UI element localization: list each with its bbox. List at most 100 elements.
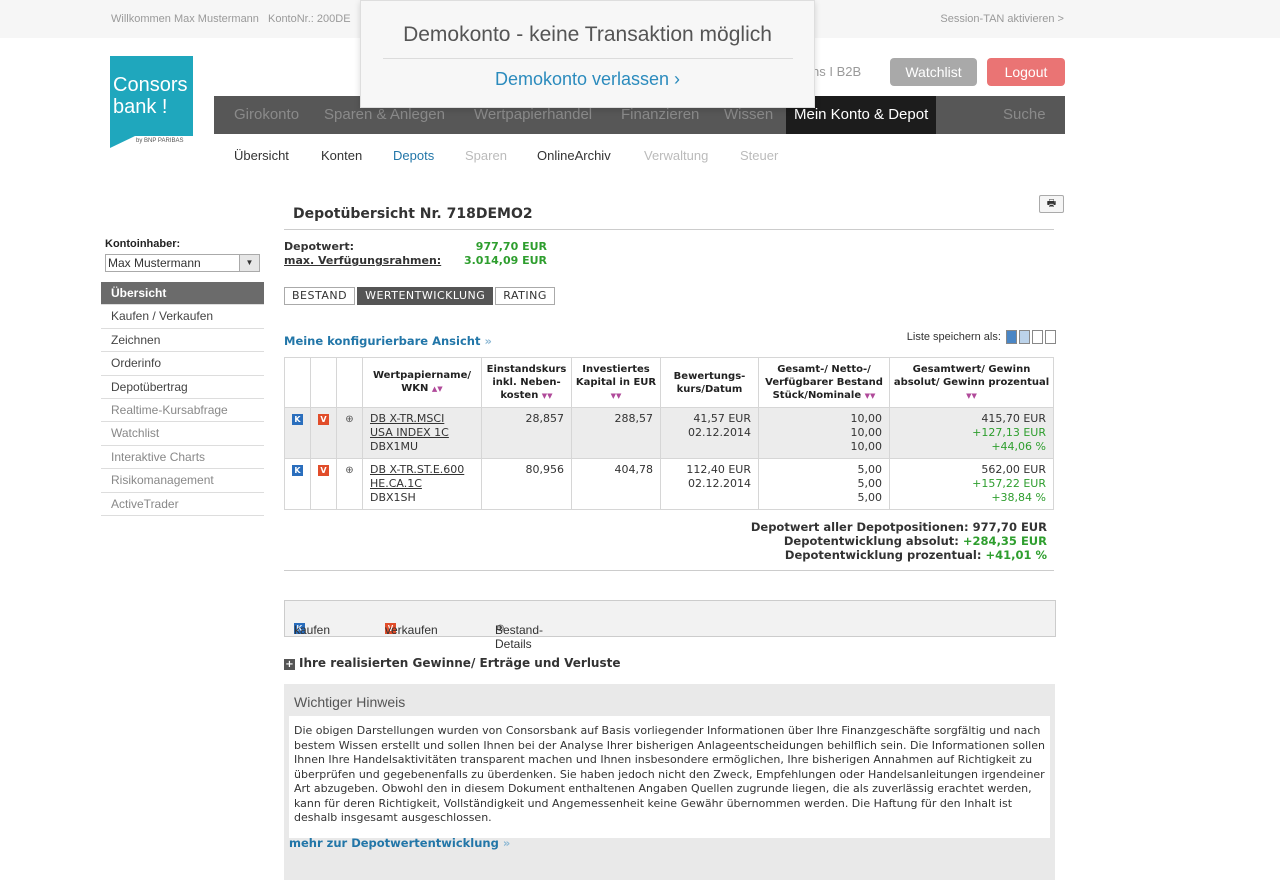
chevron-double-icon: »: [502, 836, 511, 850]
col-wertpapier[interactable]: Wertpapiername/ WKN ▲▼: [362, 357, 482, 408]
configurable-view-link[interactable]: Meine konfigurierbare Ansicht »: [284, 334, 492, 348]
owner-label: Kontoinhaber:: [105, 238, 181, 250]
security-name-link[interactable]: DB X-TR.ST.E.600: [370, 463, 474, 477]
important-notice: Wichtiger Hinweis Die obigen Darstellung…: [284, 684, 1055, 880]
cell-sell: V: [310, 458, 337, 510]
tab-wertentwicklung[interactable]: WERTENTWICKLUNG: [357, 287, 494, 305]
security-name-link[interactable]: DB X-TR.MSCI: [370, 412, 474, 426]
consorsbank-logo[interactable]: Consors bank ! by BNP PARIBAS: [110, 56, 193, 148]
logo-line1: Consors: [113, 74, 188, 96]
sidebar: Kontoinhaber: Max Mustermann ▼ Übersicht…: [101, 238, 264, 516]
sort-icon[interactable]: ▼▼: [611, 392, 622, 400]
cell-name: DB X-TR.ST.E.600 HE.CA.1C DBX1SH: [362, 458, 482, 510]
sidebar-item-watchlist[interactable]: Watchlist: [101, 422, 264, 446]
cell-buy: K: [284, 458, 311, 510]
bestand-netto: 10,00: [850, 426, 883, 439]
sort-icon[interactable]: ▼▼: [542, 392, 553, 400]
totals-divider: [284, 570, 1054, 571]
kaufen-icon[interactable]: K: [292, 465, 303, 476]
cell-bestand: 10,00 10,00 10,00: [758, 407, 890, 459]
gewinn-prozent: +44,06 %: [991, 440, 1046, 453]
dropdown-arrow-icon: ▼: [239, 255, 259, 271]
txt-export-icon[interactable]: [1045, 330, 1056, 344]
owner-select[interactable]: Max Mustermann ▼: [105, 254, 260, 272]
view-tabs: BESTAND WERTENTWICKLUNG RATING: [284, 287, 557, 305]
depotwert-label: Depotwert:: [284, 240, 354, 253]
cell-einstand: 80,956: [481, 458, 572, 510]
legend-verkaufen-label: verkaufen: [385, 623, 438, 637]
magnifier-icon[interactable]: ⊕: [344, 465, 355, 476]
kaufen-icon[interactable]: K: [292, 414, 303, 425]
sidebar-item-zeichnen[interactable]: Zeichnen: [101, 329, 264, 353]
table-header-row: Wertpapiername/ WKN ▲▼ Einstandskurs ink…: [284, 357, 1054, 408]
magnifier-icon[interactable]: ⊕: [344, 414, 355, 425]
pdf-export-icon[interactable]: [1019, 330, 1030, 344]
print-icon[interactable]: 🖶: [1039, 195, 1064, 213]
sidebar-item-realtime-kursabfrage[interactable]: Realtime-Kursabfrage: [101, 399, 264, 423]
header-links[interactable]: ns I B2B: [812, 64, 861, 79]
leave-demo-link[interactable]: Demokonto verlassen ›: [361, 69, 814, 90]
total-depotwert-label: Depotwert aller Depotpositionen:: [750, 520, 969, 534]
subnav-konten[interactable]: Konten: [321, 148, 362, 163]
wkn: DBX1MU: [370, 440, 419, 453]
more-depotwertentwicklung-link[interactable]: mehr zur Depotwertentwicklung »: [289, 836, 510, 850]
realised-gains-toggle[interactable]: + Ihre realisierten Gewinne/ Erträge und …: [284, 656, 621, 670]
config-link-label: Meine konfigurierbare Ansicht: [284, 334, 481, 348]
sidebar-item-risikomanagement[interactable]: Risikomanagement: [101, 469, 264, 493]
logout-button[interactable]: Logout: [987, 58, 1065, 86]
cell-buy: K: [284, 407, 311, 459]
bestand-verfuegbar: 5,00: [857, 491, 883, 504]
verkaufen-icon[interactable]: V: [318, 414, 329, 425]
subnav-depots[interactable]: Depots: [393, 148, 434, 163]
gesamtwert: 415,70 EUR: [981, 412, 1046, 425]
bestand-verfuegbar: 10,00: [850, 440, 883, 453]
total-prozent-value: +41,01 %: [985, 548, 1047, 562]
sort-icon[interactable]: ▼▼: [966, 392, 977, 400]
sidebar-item-orderinfo[interactable]: Orderinfo: [101, 352, 264, 376]
sidebar-item-kaufen-verkaufen[interactable]: Kaufen / Verkaufen: [101, 305, 264, 329]
excel-export-icon[interactable]: [1006, 330, 1017, 344]
sidebar-item-interaktive-charts[interactable]: Interaktive Charts: [101, 446, 264, 470]
icon-legend: K kaufen V verkaufen ⊕ Bestand-Details: [284, 600, 1056, 651]
depot-totals: Depotwert aller Depotpositionen: 977,70 …: [284, 520, 1047, 562]
sidebar-item-uebersicht[interactable]: Übersicht: [101, 282, 264, 306]
kurs: 41,57 EUR: [693, 412, 751, 425]
security-name-link-2[interactable]: HE.CA.1C: [370, 477, 474, 491]
subnav-sparen[interactable]: Sparen: [465, 148, 507, 163]
subnav-uebersicht[interactable]: Übersicht: [234, 148, 289, 163]
sidebar-item-depotuebertrag[interactable]: Depotübertrag: [101, 376, 264, 399]
nav-girokonto[interactable]: Girokonto: [234, 96, 299, 134]
verfuegungsrahmen-value: 3.014,09 EUR: [463, 254, 547, 267]
wkn: DBX1SH: [370, 491, 416, 504]
gesamtwert: 562,00 EUR: [981, 463, 1046, 476]
owner-value: Max Mustermann: [108, 256, 201, 270]
col-kapital[interactable]: Investiertes Kapital in EUR ▼▼: [571, 357, 661, 408]
subnav-verwaltung[interactable]: Verwaltung: [644, 148, 708, 163]
subnav-steuer[interactable]: Steuer: [740, 148, 778, 163]
demo-message: Demokonto - keine Transaktion möglich: [403, 23, 772, 46]
tab-rating[interactable]: RATING: [495, 287, 555, 305]
sort-icon[interactable]: ▲▼: [432, 385, 443, 393]
nav-suche[interactable]: Suche: [1003, 96, 1046, 134]
sidebar-item-activetrader[interactable]: ActiveTrader: [101, 493, 264, 516]
session-tan-link[interactable]: Session-TAN aktivieren >: [940, 13, 1064, 25]
realised-gains-label: Ihre realisierten Gewinne/ Erträge und V…: [299, 656, 621, 670]
tab-bestand[interactable]: BESTAND: [284, 287, 356, 305]
cell-kapital: 288,57: [571, 407, 661, 459]
verfuegungsrahmen-link[interactable]: max. Verfügungsrahmen:: [284, 254, 441, 267]
col-gesamtwert[interactable]: Gesamtwert/ Gewinn absolut/ Gewinn proze…: [889, 357, 1054, 408]
subnav-onlinearchiv[interactable]: OnlineArchiv: [537, 148, 611, 163]
sort-icon[interactable]: ▼▼: [865, 392, 876, 400]
cell-gesamtwert: 415,70 EUR +127,13 EUR +44,06 %: [889, 407, 1054, 459]
csv-export-icon[interactable]: [1032, 330, 1043, 344]
export-list: Liste speichern als:: [907, 330, 1056, 344]
col-bestand[interactable]: Gesamt-/ Netto-/ Verfügbarer Bestand Stü…: [758, 357, 890, 408]
cell-kapital: 404,78: [571, 458, 661, 510]
header-label: Gesamtwert/ Gewinn absolut/ Gewinn proze…: [893, 363, 1050, 388]
header-label: Bewertungs- kurs/Datum: [673, 370, 746, 395]
verkaufen-icon[interactable]: V: [318, 465, 329, 476]
col-einstandskurs[interactable]: Einstandskurs inkl. Neben- kosten ▼▼: [481, 357, 572, 408]
total-depotwert-value: 977,70 EUR: [972, 520, 1047, 534]
watchlist-button[interactable]: Watchlist: [890, 58, 977, 86]
security-name-link-2[interactable]: USA INDEX 1C: [370, 426, 474, 440]
